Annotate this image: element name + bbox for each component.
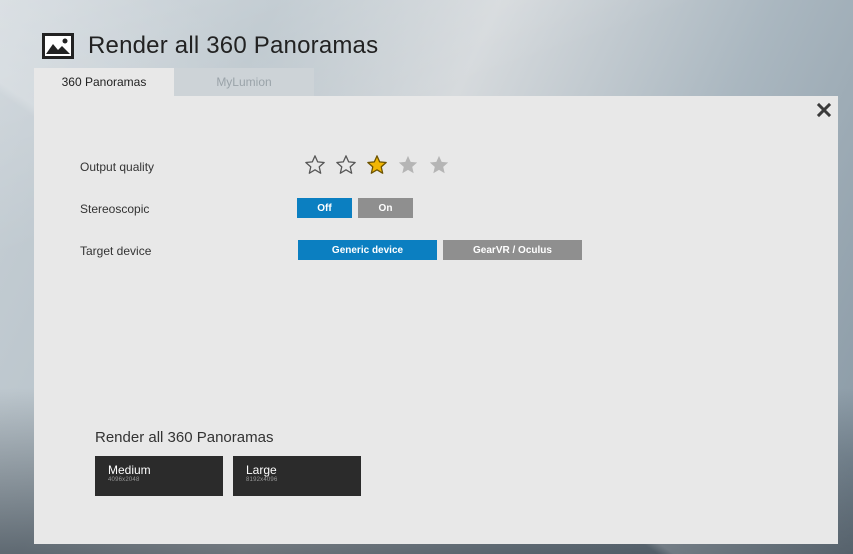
star-2-icon[interactable]	[335, 154, 357, 176]
large-label: Large	[246, 463, 277, 477]
title-row: Render all 360 Panoramas	[42, 30, 378, 62]
star-4-icon[interactable]	[397, 154, 419, 176]
stereoscopic-off-button[interactable]: Off	[297, 198, 352, 218]
tab-360-panoramas[interactable]: 360 Panoramas	[34, 68, 174, 96]
render-section-title: Render all 360 Panoramas	[95, 429, 274, 446]
medium-resolution: 4096x2048	[108, 477, 140, 483]
medium-label: Medium	[108, 463, 151, 477]
panorama-icon	[42, 33, 74, 59]
large-resolution: 8192x4096	[246, 477, 278, 483]
star-1-icon[interactable]	[304, 154, 326, 176]
star-3-icon[interactable]	[366, 154, 388, 176]
quality-rating[interactable]	[304, 154, 450, 176]
tab-mylumion[interactable]: MyLumion	[174, 68, 314, 96]
render-medium-button[interactable]: Medium 4096x2048	[95, 456, 223, 496]
stereoscopic-label: Stereoscopic	[80, 202, 150, 216]
close-icon[interactable]	[816, 102, 832, 118]
render-large-button[interactable]: Large 8192x4096	[233, 456, 361, 496]
tab-bar: 360 Panoramas MyLumion	[34, 68, 314, 96]
generic-device-button[interactable]: Generic device	[298, 240, 437, 260]
gearvr-oculus-button[interactable]: GearVR / Oculus	[443, 240, 582, 260]
stereoscopic-on-button[interactable]: On	[358, 198, 413, 218]
star-5-icon[interactable]	[428, 154, 450, 176]
page-title: Render all 360 Panoramas	[88, 32, 379, 59]
target-device-label: Target device	[80, 244, 152, 258]
settings-panel: Output quality Stereoscopic Off On Targe…	[34, 96, 838, 544]
output-quality-label: Output quality	[80, 160, 155, 174]
